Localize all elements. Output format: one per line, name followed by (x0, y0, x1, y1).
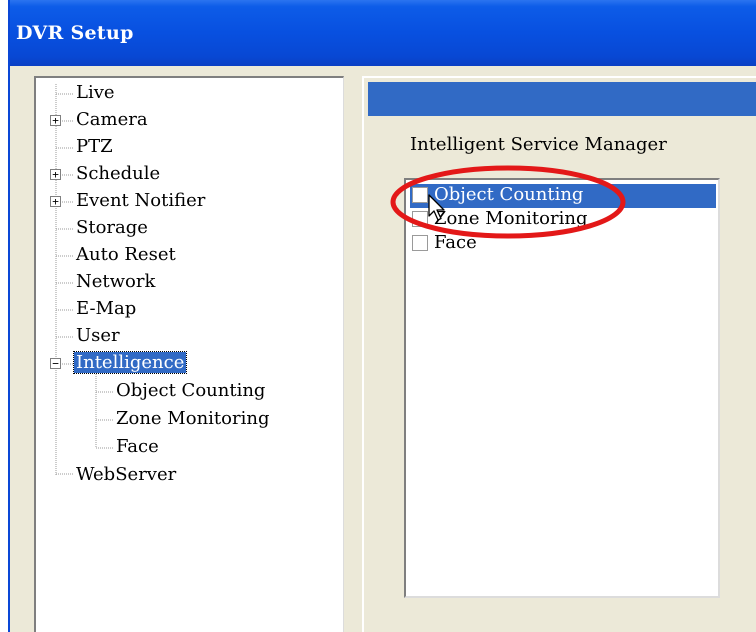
expand-camera-icon[interactable]: + (50, 115, 61, 126)
list-item-label: Object Counting (434, 184, 584, 205)
zone-monitoring-checkbox[interactable] (412, 211, 428, 227)
tree-item-label: User (76, 325, 120, 346)
tree-item-e-map[interactable]: E-Map (76, 298, 136, 320)
tree-item-user[interactable]: User (76, 325, 120, 347)
face-checkbox[interactable] (412, 235, 428, 251)
tree-item-label: Storage (76, 217, 148, 238)
tree-item-network[interactable]: Network (76, 271, 155, 293)
tree-item-zone-monitoring[interactable]: Zone Monitoring (116, 408, 269, 430)
tree-item-label: E-Map (76, 298, 137, 319)
tree-item-label: WebServer (76, 464, 177, 485)
panel-header-bar (368, 82, 756, 116)
tree-item-schedule[interactable]: Schedule (76, 163, 160, 185)
list-item-face[interactable]: Face (410, 232, 716, 256)
settings-tree[interactable]: + + + − Live Camera PTZ Schedule Event N… (34, 76, 344, 632)
tree-item-storage[interactable]: Storage (76, 217, 148, 239)
tree-item-label: Object Counting (116, 380, 266, 401)
tree-item-label: Schedule (76, 163, 161, 184)
tree-item-event-notifier[interactable]: Event Notifier (76, 190, 205, 212)
tree-item-label: Event Notifier (76, 190, 206, 211)
tree-item-webserver[interactable]: WebServer (76, 464, 176, 486)
title-bar[interactable]: DVR Setup (10, 0, 756, 66)
tree-item-intelligence[interactable]: Intelligence (72, 351, 188, 374)
tree-item-label: Network (76, 271, 156, 292)
window-title: DVR Setup (16, 22, 134, 44)
list-item-object-counting[interactable]: Object Counting (410, 184, 716, 208)
tree-item-label: Auto Reset (76, 244, 176, 265)
expand-event-notifier-icon[interactable]: + (50, 196, 61, 207)
tree-item-label: Live (76, 82, 115, 103)
tree-item-camera[interactable]: Camera (76, 109, 148, 131)
tree-item-live[interactable]: Live (76, 82, 115, 104)
intelligent-service-manager-label: Intelligent Service Manager (410, 134, 667, 155)
tree-item-label: Face (116, 436, 159, 457)
tree-item-object-counting[interactable]: Object Counting (116, 380, 265, 402)
service-listbox[interactable]: Object Counting Zone Monitoring Face (404, 178, 720, 598)
tree-item-label: Camera (76, 109, 148, 130)
expand-schedule-icon[interactable]: + (50, 169, 61, 180)
tree-item-label: Intelligence (72, 351, 188, 374)
object-counting-checkbox[interactable] (412, 187, 428, 203)
tree-item-ptz[interactable]: PTZ (76, 136, 113, 158)
tree-item-label: Zone Monitoring (116, 408, 270, 429)
tree-item-label: PTZ (76, 136, 113, 157)
list-item-label: Zone Monitoring (434, 208, 588, 229)
tree-item-auto-reset[interactable]: Auto Reset (76, 244, 176, 266)
list-item-zone-monitoring[interactable]: Zone Monitoring (410, 208, 716, 232)
tree-item-face[interactable]: Face (116, 436, 159, 458)
collapse-intelligence-icon[interactable]: − (50, 358, 61, 369)
list-item-label: Face (434, 232, 477, 253)
